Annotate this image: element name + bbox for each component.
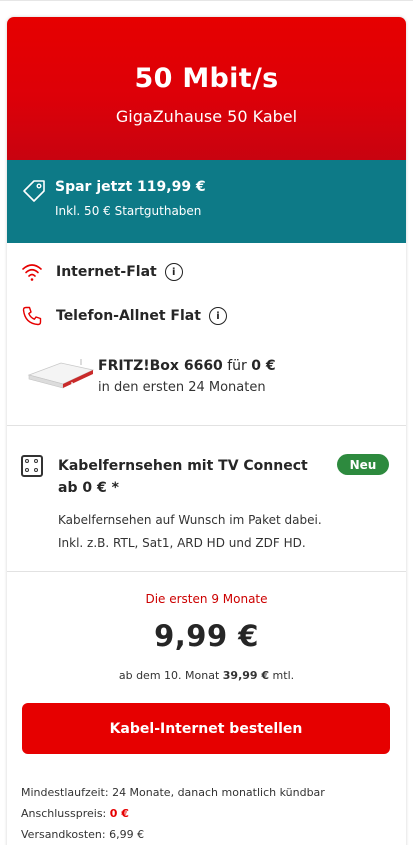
tv-connect-icon bbox=[21, 455, 43, 477]
promo-banner: Spar jetzt 119,99 € Inkl. 50 € Startguth… bbox=[7, 160, 406, 243]
feature-telefon-flat: Telefon-Allnet Flat i bbox=[21, 304, 227, 328]
page: 50 Mbit/s GigaZuhause 50 Kabel Spar jetz… bbox=[0, 0, 413, 845]
tv-option-description: Kabelfernsehen auf Wunsch im Paket dabei… bbox=[58, 509, 388, 555]
info-icon[interactable]: i bbox=[208, 307, 227, 325]
promo-title: Spar jetzt 119,99 € bbox=[55, 179, 206, 195]
router-name: FRITZ!Box 6660 bbox=[98, 358, 223, 374]
phone-icon bbox=[22, 306, 42, 326]
tariff-card: 50 Mbit/s GigaZuhause 50 Kabel Spar jetz… bbox=[7, 17, 406, 845]
tv-desc-line: Inkl. z.B. RTL, Sat1, ARD HD und ZDF HD. bbox=[58, 536, 306, 550]
tv-desc-line: Kabelfernsehen auf Wunsch im Paket dabei… bbox=[58, 513, 322, 527]
router-period: in den ersten 24 Monaten bbox=[98, 380, 266, 395]
router-offer: FRITZ!Box 6660 für 0 € bbox=[98, 357, 276, 375]
wifi-icon bbox=[22, 264, 42, 281]
feature-label: Telefon-Allnet Flat bbox=[56, 308, 201, 324]
tariff-speed: 50 Mbit/s bbox=[134, 63, 279, 94]
feature-internet-flat: Internet-Flat i bbox=[21, 260, 183, 284]
info-icon[interactable]: i bbox=[164, 263, 183, 281]
top-divider bbox=[0, 0, 413, 1]
section-divider bbox=[7, 425, 406, 426]
tv-option-title: Kabelfernsehen mit TV Connect ab 0 € * bbox=[58, 458, 308, 496]
price-after-suffix: mtl. bbox=[269, 669, 295, 682]
feature-label: Internet-Flat bbox=[56, 264, 157, 280]
price-tag-icon bbox=[23, 180, 45, 202]
monthly-price: 9,99 € bbox=[154, 619, 259, 653]
price-period-label: Die ersten 9 Monate bbox=[145, 592, 268, 606]
shipping-cost: Versandkosten: 6,99 € bbox=[21, 828, 145, 841]
new-badge: Neu bbox=[337, 454, 389, 475]
setup-fee-value: 0 € bbox=[109, 807, 129, 820]
price-after-period: ab dem 10. Monat 39,99 € mtl. bbox=[7, 669, 406, 682]
tariff-name: GigaZuhause 50 Kabel bbox=[115, 107, 298, 126]
setup-fee: Anschlusspreis: 0 € bbox=[21, 807, 129, 821]
fritzbox-router-image bbox=[27, 359, 95, 389]
setup-fee-label: Anschlusspreis: bbox=[21, 807, 110, 820]
router-for: für bbox=[222, 358, 252, 374]
contract-term: Mindestlaufzeit: 24 Monate, danach monat… bbox=[21, 786, 325, 799]
price-after-prefix: ab dem 10. Monat bbox=[118, 669, 223, 682]
router-price: 0 € bbox=[251, 358, 276, 374]
section-divider bbox=[7, 571, 406, 572]
order-button[interactable]: Kabel-Internet bestellen bbox=[22, 703, 390, 754]
promo-subtitle: Inkl. 50 € Startguthaben bbox=[55, 204, 202, 218]
tariff-header: 50 Mbit/s GigaZuhause 50 Kabel bbox=[7, 17, 406, 160]
price-after-value: 39,99 € bbox=[222, 669, 270, 682]
